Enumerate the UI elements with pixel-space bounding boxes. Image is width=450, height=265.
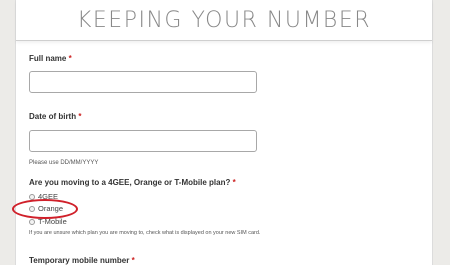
dob-help-text: Please use DD/MM/YYYY xyxy=(29,160,99,166)
required-mark: * xyxy=(78,112,82,121)
page-title: KEEPING YOUR NUMBER xyxy=(76,7,372,33)
page: KEEPING YOUR NUMBER Full name * Date of … xyxy=(0,0,450,265)
full-name-input[interactable] xyxy=(29,71,257,93)
dob-label: Date of birth * xyxy=(29,112,81,121)
dob-input[interactable] xyxy=(29,130,257,152)
dob-label-text: Date of birth xyxy=(29,112,77,121)
form-card: KEEPING YOUR NUMBER Full name * Date of … xyxy=(15,0,433,265)
radio-button[interactable] xyxy=(29,218,35,225)
temp-number-label-text: Temporary mobile number xyxy=(29,256,130,265)
required-mark: * xyxy=(131,256,135,265)
full-name-label: Full name * xyxy=(29,54,72,63)
required-mark: * xyxy=(68,54,72,63)
temp-number-label: Temporary mobile number * xyxy=(29,256,135,265)
header: KEEPING YOUR NUMBER xyxy=(16,0,432,41)
full-name-label-text: Full name xyxy=(29,54,67,63)
highlight-ellipse xyxy=(12,199,78,219)
plan-question-label: Are you moving to a 4GEE, Orange or T-Mo… xyxy=(29,178,236,187)
plan-help-text: If you are unsure which plan you are mov… xyxy=(29,230,261,236)
required-mark: * xyxy=(232,178,236,187)
plan-question-label-text: Are you moving to a 4GEE, Orange or T-Mo… xyxy=(29,178,231,187)
